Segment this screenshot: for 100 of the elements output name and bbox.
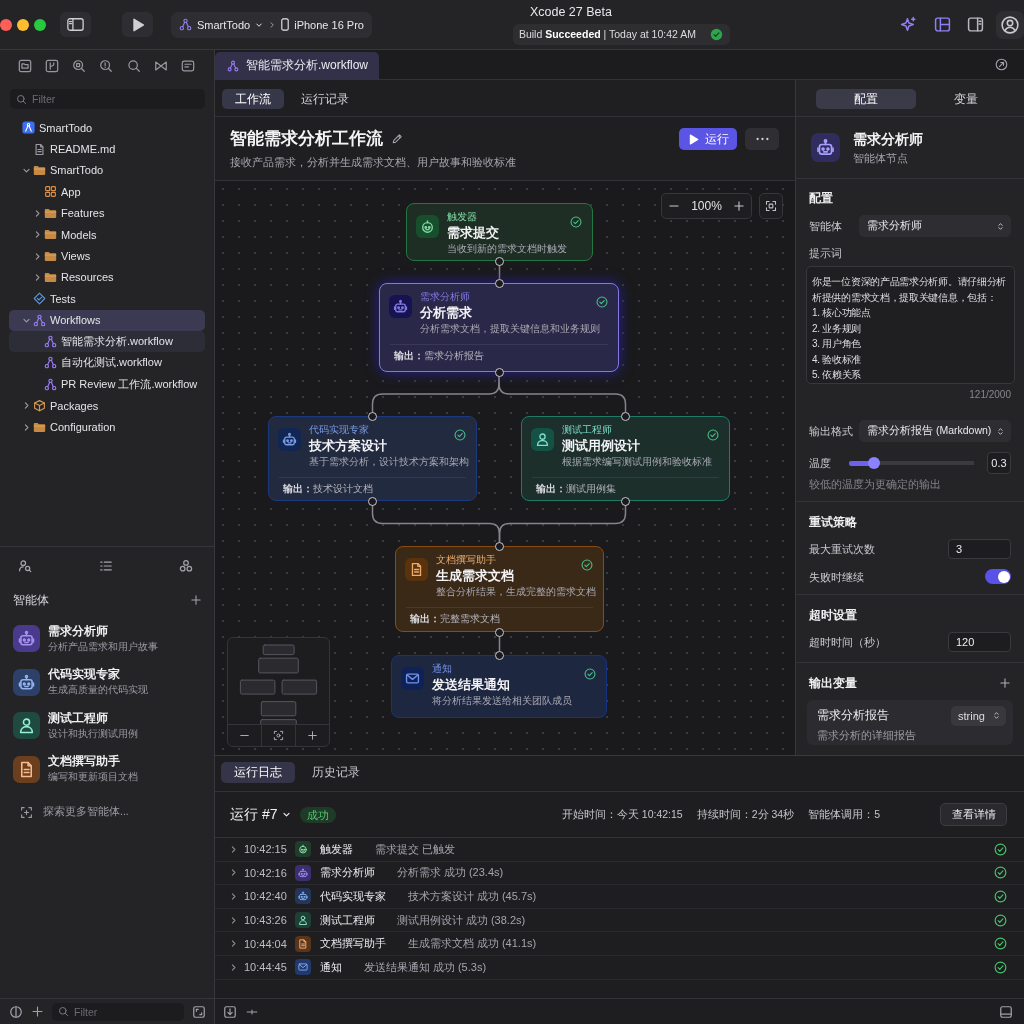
warning-search-icon[interactable] <box>99 59 114 73</box>
bowtie-icon[interactable] <box>153 59 168 73</box>
frame-icon[interactable] <box>192 1004 206 1019</box>
explore-agents-link[interactable]: 探索更多智能体... <box>0 797 135 827</box>
panel-icon[interactable] <box>999 1004 1013 1019</box>
tab[interactable]: 变量 <box>916 89 1016 109</box>
scheme-picker[interactable]: SmartTodo <box>179 18 264 31</box>
tree-item[interactable]: Workflows <box>9 309 205 331</box>
details-button[interactable]: 查看详情 <box>940 803 1007 826</box>
tree-item[interactable]: README.md <box>9 138 205 160</box>
chevron-right-icon[interactable] <box>229 892 238 901</box>
log-message: 需求提交 已触发 <box>374 841 455 857</box>
status-badge: 成功 <box>300 806 337 823</box>
account-button[interactable] <box>996 10 1024 39</box>
zoom-button[interactable] <box>34 18 46 31</box>
dropdown[interactable]: 需求分析师 <box>859 215 1011 237</box>
dropdown[interactable]: 需求分析报告 (Markdown) <box>859 420 1011 442</box>
sidebar-toggle-button[interactable] <box>60 12 91 37</box>
run-selector[interactable]: 运行 #7 <box>230 805 292 824</box>
workflow-node[interactable]: 通知 发送结果通知 将分析结果发送给相关团队成员 <box>391 655 607 718</box>
port-handle[interactable] <box>368 496 377 506</box>
type-dropdown[interactable]: string <box>951 705 1006 726</box>
report-icon[interactable] <box>180 59 195 73</box>
editor-tab[interactable]: 智能需求分析.workflow <box>215 52 379 79</box>
agent-name: 代码实现专家 <box>48 667 120 683</box>
tree-item[interactable]: Views <box>9 245 205 267</box>
value-field[interactable]: 0.3 <box>987 452 1011 474</box>
chevron-right-icon[interactable] <box>229 939 238 949</box>
pencil-icon[interactable] <box>391 133 403 145</box>
port-handle[interactable] <box>494 367 504 377</box>
play-button[interactable] <box>122 12 153 37</box>
arrow-box-icon[interactable] <box>223 1004 237 1019</box>
node-title: 测试用例设计 <box>562 438 640 455</box>
number-field[interactable]: 3 <box>948 539 1011 559</box>
workflow-node[interactable]: 需求分析师 分析需求 分析需求文档，提取关键信息和业务规则 输出：需求分析报告 <box>379 283 619 372</box>
filter-field[interactable]: Filter <box>10 89 205 109</box>
port-handle[interactable] <box>368 411 377 421</box>
layout-icon[interactable] <box>934 16 951 33</box>
tree-item[interactable]: SmartTodo <box>9 159 205 182</box>
tree-item[interactable]: SmartTodo <box>9 117 205 139</box>
tree-item[interactable]: PR Review 工作流.workflow <box>9 373 205 396</box>
field-label: 温度 <box>809 456 831 470</box>
fit-button[interactable] <box>759 193 783 219</box>
chevron-right-icon[interactable] <box>229 962 238 972</box>
tree-item[interactable]: App <box>9 181 205 203</box>
sparkle-icon[interactable] <box>900 16 917 33</box>
search-icon[interactable] <box>126 59 141 73</box>
tree-item[interactable]: 智能需求分析.workflow <box>9 330 205 353</box>
chevron-right-icon[interactable] <box>229 844 238 854</box>
port-handle[interactable] <box>495 541 504 551</box>
search-icon <box>58 1006 69 1017</box>
toggle-switch[interactable] <box>985 569 1011 584</box>
tab[interactable]: 配置 <box>816 89 916 109</box>
circle-split-icon[interactable] <box>9 1004 23 1019</box>
tree-item[interactable]: Configuration <box>9 416 205 438</box>
workflow-node[interactable]: 测试工程师 测试用例设计 根据需求编写测试用例和验收标准 输出：测试用例集 <box>521 416 730 501</box>
tab[interactable]: 历史记录 <box>299 762 373 783</box>
port-handle[interactable] <box>494 650 504 660</box>
tree-item[interactable]: Models <box>9 223 205 246</box>
prompt-field[interactable]: 你是一位资深的产品需求分析师。请仔细分析 析提供的需求文档，提取关键信息，包括： 1. 核心功能点 2. 业务规则 3. 用户角色 4. 验收标准 5. 依赖关系 <box>806 266 1015 384</box>
tree-item[interactable]: Tests <box>9 288 205 310</box>
add-variable-button[interactable] <box>999 677 1011 689</box>
robot-icon <box>389 295 412 318</box>
chevron-right-icon[interactable] <box>229 915 238 925</box>
filter-field[interactable]: Filter <box>52 1002 184 1021</box>
close-button[interactable] <box>0 18 12 31</box>
tab[interactable]: 运行日志 <box>221 762 295 783</box>
tree-item[interactable]: Features <box>9 202 205 224</box>
tab[interactable]: 工作流 <box>222 89 284 109</box>
agent-description: 生成高质量的代码实现 <box>48 683 148 698</box>
branch-square-icon[interactable] <box>45 59 60 73</box>
port-handle[interactable] <box>621 411 630 421</box>
workflow-node[interactable]: 触发器 需求提交 当收到新的需求文档时触发 <box>406 203 593 261</box>
run-button[interactable]: 运行 <box>679 128 737 150</box>
more-button[interactable] <box>745 128 779 150</box>
port-handle[interactable] <box>621 496 630 506</box>
inspector-icon[interactable] <box>967 16 984 33</box>
person-search-icon[interactable] <box>18 559 32 573</box>
chevron-right-icon[interactable] <box>229 868 238 878</box>
symbol-search-icon[interactable] <box>72 59 87 73</box>
arrow-circle-icon[interactable] <box>995 58 1008 71</box>
number-field[interactable]: 120 <box>948 632 1011 652</box>
destination-picker[interactable]: iPhone 16 Pro <box>281 18 364 31</box>
add-button[interactable] <box>31 1005 44 1018</box>
workflow-node[interactable]: 文档撰写助手 生成需求文档 整合分析结果，生成完整的需求文档 输出：完整需求文档 <box>395 546 604 632</box>
slider-thumb[interactable] <box>868 457 880 469</box>
node-role: 触发器 <box>447 210 477 223</box>
tab[interactable]: 运行记录 <box>288 89 362 109</box>
port-handle[interactable] <box>494 278 504 288</box>
port-handle[interactable] <box>495 256 504 266</box>
list-icon[interactable] <box>98 559 113 573</box>
tree-item[interactable]: Resources <box>9 266 205 289</box>
minimize-button[interactable] <box>17 18 29 31</box>
folder-square-icon[interactable] <box>18 59 32 73</box>
tree-item[interactable]: 自动化测试.workflow <box>9 352 205 374</box>
workflow-node[interactable]: 代码实现专家 技术方案设计 基于需求分析，设计技术方案和架构 输出：技术设计文档 <box>268 416 477 501</box>
tree-item[interactable]: Packages <box>9 395 205 417</box>
add-agent-button[interactable] <box>190 594 202 606</box>
port-handle[interactable] <box>495 627 504 637</box>
cluster-icon[interactable] <box>179 559 193 573</box>
